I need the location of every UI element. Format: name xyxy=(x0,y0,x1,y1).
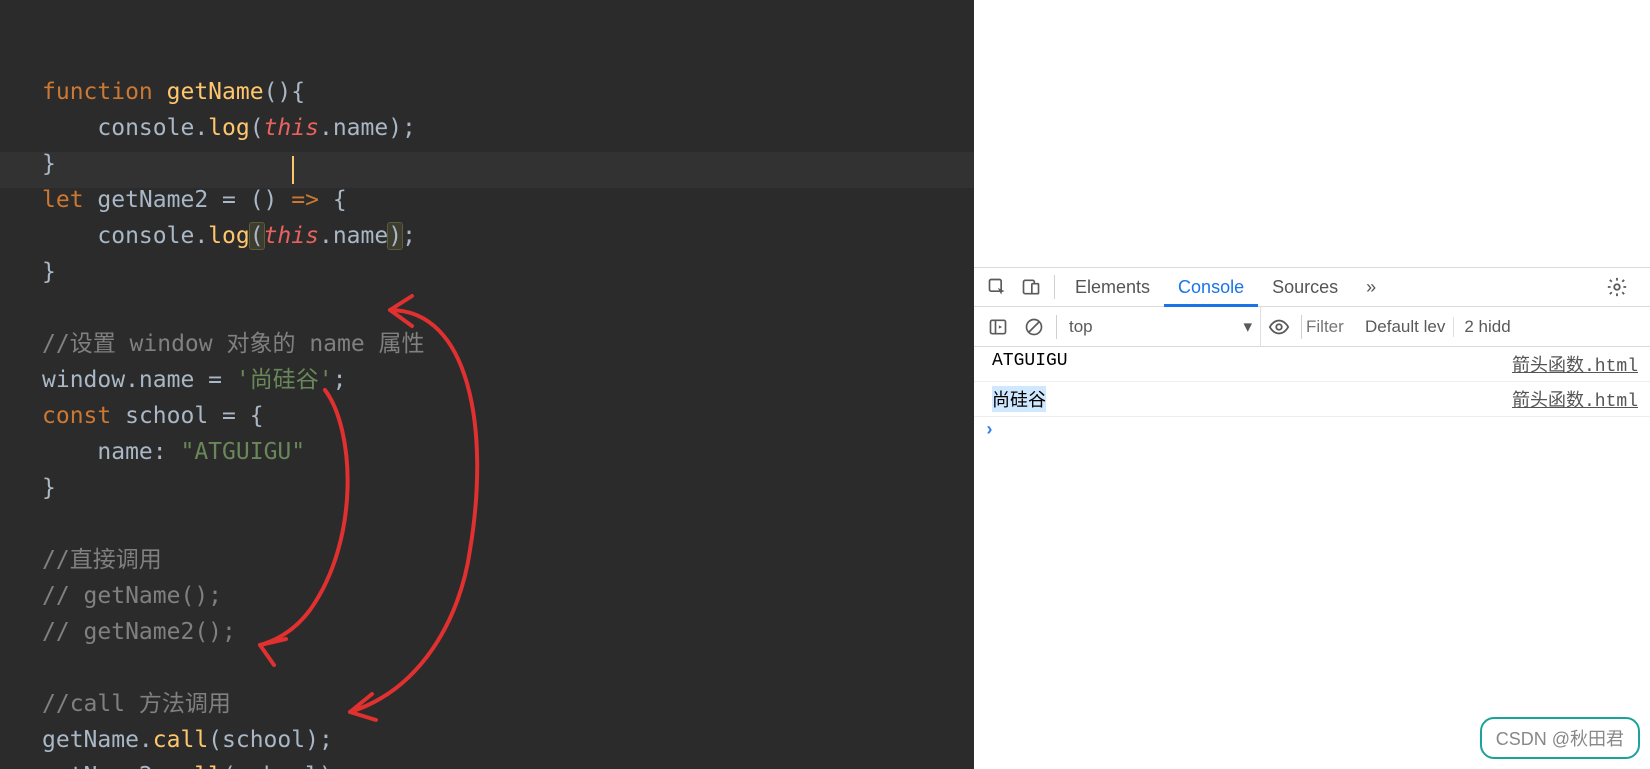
tab-elements[interactable]: Elements xyxy=(1061,268,1164,306)
text-cursor xyxy=(292,156,294,184)
log-message: 尚硅谷 xyxy=(992,386,1046,412)
tab-console[interactable]: Console xyxy=(1164,269,1258,307)
device-toggle-icon[interactable] xyxy=(1014,277,1048,297)
context-label: top xyxy=(1069,317,1093,337)
tab-sources[interactable]: Sources xyxy=(1258,268,1352,306)
code-content[interactable]: function getName(){ console.log(this.nam… xyxy=(42,74,966,769)
chevron-down-icon: ▾ xyxy=(1243,317,1252,337)
code-editor[interactable]: function getName(){ console.log(this.nam… xyxy=(0,0,974,769)
log-message: ATGUIGU xyxy=(992,351,1068,377)
filter-input[interactable] xyxy=(1306,317,1361,337)
log-level-selector[interactable]: Default lev xyxy=(1365,317,1445,337)
tabs-overflow[interactable]: » xyxy=(1352,268,1390,306)
console-toolbar: top ▾ Default lev 2 hidd xyxy=(974,307,1650,347)
live-expression-icon[interactable] xyxy=(1261,316,1297,338)
source-link[interactable]: 箭头函数.html xyxy=(1512,386,1638,412)
console-log-row[interactable]: ATGUIGU 箭头函数.html xyxy=(974,347,1650,382)
settings-icon[interactable] xyxy=(1600,276,1634,298)
source-link[interactable]: 箭头函数.html xyxy=(1512,351,1638,377)
clear-console-icon[interactable] xyxy=(1016,317,1052,337)
console-log-row[interactable]: 尚硅谷 箭头函数.html xyxy=(974,382,1650,417)
console-prompt[interactable]: › xyxy=(974,417,1650,445)
page-viewport[interactable] xyxy=(974,0,1650,267)
execution-context-selector[interactable]: top ▾ xyxy=(1061,307,1261,346)
console-output[interactable]: ATGUIGU 箭头函数.html 尚硅谷 箭头函数.html › xyxy=(974,347,1650,445)
devtools-tabs: Elements Console Sources » xyxy=(974,267,1650,307)
inspect-icon[interactable] xyxy=(980,277,1014,297)
sidebar-toggle-icon[interactable] xyxy=(980,317,1016,337)
hidden-count[interactable]: 2 hidd xyxy=(1453,317,1510,337)
browser-panel: Elements Console Sources » top ▾ xyxy=(974,0,1650,769)
